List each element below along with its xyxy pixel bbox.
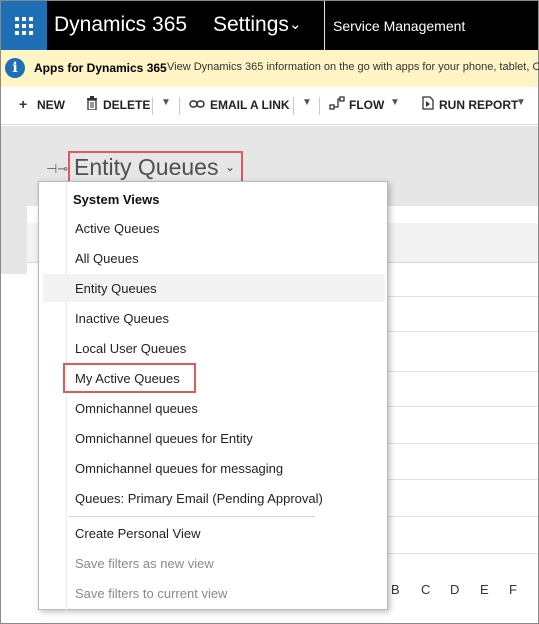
chevron-down-icon[interactable]: ⌄ <box>225 160 235 174</box>
command-divider <box>152 97 153 115</box>
menu-divider <box>69 516 315 517</box>
view-option-entity-queues[interactable]: Entity Queues <box>75 281 157 296</box>
view-option-queues-primary-email[interactable]: Queues: Primary Email (Pending Approval) <box>75 491 323 506</box>
notification-bar: i Apps for Dynamics 365 View Dynamics 36… <box>1 50 539 87</box>
grid-row-line <box>386 406 538 407</box>
info-icon: i <box>5 58 25 78</box>
top-nav-bar: Dynamics 365 Settings ⌄ Service Manageme… <box>1 1 538 50</box>
save-filters-current-view-option: Save filters to current view <box>75 586 228 601</box>
chevron-down-icon[interactable]: ▼ <box>302 97 312 108</box>
plus-icon[interactable]: + <box>19 96 27 112</box>
create-personal-view-option[interactable]: Create Personal View <box>75 526 201 541</box>
delete-button[interactable]: DELETE <box>103 98 150 112</box>
chevron-down-icon[interactable]: ⌄ <box>289 15 302 33</box>
menu-gutter <box>66 182 67 611</box>
view-selector[interactable]: Entity Queues <box>74 154 218 181</box>
notification-text: View Dynamics 365 information on the go … <box>167 61 539 73</box>
link-icon[interactable] <box>189 96 205 112</box>
report-icon[interactable] <box>422 96 434 113</box>
area-label[interactable]: Service Management <box>333 18 465 34</box>
pin-icon[interactable]: ⊣⊸ <box>46 161 68 177</box>
view-option-omnichannel-queues[interactable]: Omnichannel queues <box>75 401 198 416</box>
view-option-omnichannel-queues-entity[interactable]: Omnichannel queues for Entity <box>75 431 253 446</box>
command-divider <box>293 97 294 115</box>
waffle-grid-icon[interactable] <box>1 1 47 50</box>
trash-icon[interactable] <box>86 96 98 113</box>
view-option-active-queues[interactable]: Active Queues <box>75 221 160 236</box>
flow-button[interactable]: FLOW <box>349 98 384 112</box>
alpha-filter-c[interactable]: C <box>421 582 430 597</box>
notification-title[interactable]: Apps for Dynamics 365 <box>34 61 167 75</box>
grid-row-line <box>386 479 538 480</box>
command-bar: + NEW DELETE ▼ EMAIL A LINK ▼ FLOW ▼ RUN… <box>1 87 538 125</box>
command-divider <box>179 97 180 115</box>
view-option-inactive-queues[interactable]: Inactive Queues <box>75 311 169 326</box>
app-name[interactable]: Dynamics 365 <box>54 13 187 37</box>
email-link-button[interactable]: EMAIL A LINK <box>210 98 290 112</box>
alpha-filter-e[interactable]: E <box>480 582 489 597</box>
grid-row-line <box>386 516 538 517</box>
grid-row-line <box>386 296 538 297</box>
grid-row-line <box>386 553 538 554</box>
view-option-omnichannel-queues-messaging[interactable]: Omnichannel queues for messaging <box>75 461 283 476</box>
new-button[interactable]: NEW <box>37 98 65 112</box>
alpha-filter-f[interactable]: F <box>509 582 517 597</box>
chevron-down-icon[interactable]: ▼ <box>390 97 400 108</box>
chevron-down-icon[interactable]: ▼ <box>161 97 171 108</box>
grid-row-line <box>386 331 538 332</box>
flow-icon[interactable] <box>329 96 345 113</box>
chevron-down-icon[interactable]: ▼ <box>516 97 526 108</box>
view-option-local-user-queues[interactable]: Local User Queues <box>75 341 186 356</box>
grid-row-line <box>386 443 538 444</box>
command-divider <box>319 97 320 115</box>
save-filters-new-view-option: Save filters as new view <box>75 556 214 571</box>
nav-divider <box>324 1 325 50</box>
run-report-button[interactable]: RUN REPORT <box>439 98 518 112</box>
settings-nav[interactable]: Settings <box>213 13 289 37</box>
grid-row-line <box>386 371 538 372</box>
alpha-filter-d[interactable]: D <box>450 582 459 597</box>
system-views-heading: System Views <box>73 192 160 207</box>
view-dropdown-menu: System Views Active Queues All Queues En… <box>38 181 388 611</box>
alpha-filter-b[interactable]: B <box>391 582 400 597</box>
my-active-queues-highlight <box>63 363 196 393</box>
view-option-all-queues[interactable]: All Queues <box>75 251 139 266</box>
